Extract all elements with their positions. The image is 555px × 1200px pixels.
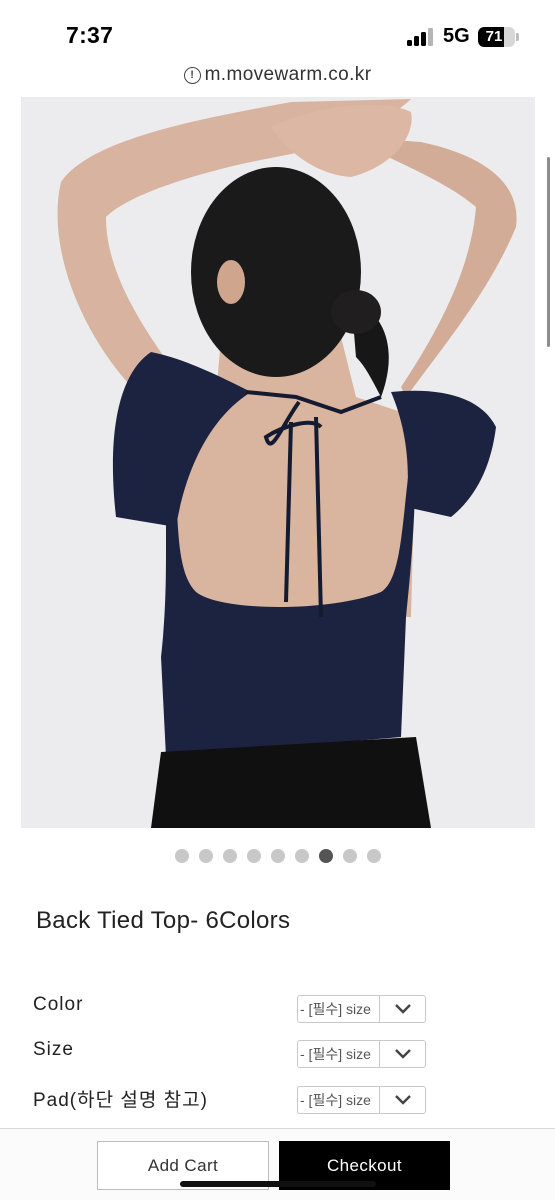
color-select[interactable]: - [필수] size	[297, 995, 426, 1023]
bottom-action-bar: Add Cart Checkout	[0, 1128, 555, 1200]
pagination-dot[interactable]	[247, 849, 261, 863]
pagination-dot[interactable]	[223, 849, 237, 863]
pagination-dot[interactable]	[271, 849, 285, 863]
pagination-dot[interactable]	[343, 849, 357, 863]
pagination-dot[interactable]	[175, 849, 189, 863]
home-indicator[interactable]	[180, 1181, 376, 1187]
chevron-down-icon[interactable]	[379, 1041, 425, 1067]
pagination-dot[interactable]	[199, 849, 213, 863]
color-select-value: - [필수] size	[300, 1001, 371, 1017]
url-text[interactable]: m.movewarm.co.kr	[205, 64, 372, 86]
info-circle-icon[interactable]: !	[183, 66, 201, 84]
signal-bars-icon	[407, 28, 434, 46]
page-scrollbar[interactable]	[547, 157, 550, 347]
status-time: 7:37	[66, 22, 114, 48]
chevron-down-icon[interactable]	[379, 1087, 425, 1113]
url-bar[interactable]: ! m.movewarm.co.kr	[0, 62, 555, 96]
chevron-down-icon[interactable]	[379, 996, 425, 1022]
pagination-dot-active[interactable]	[319, 849, 333, 863]
size-select-value: - [필수] size	[300, 1046, 371, 1062]
battery-icon: 71	[478, 27, 515, 47]
status-bar: 7:37 5G 71	[0, 0, 555, 62]
option-label-pad: Pad(하단 설명 참고)	[33, 1090, 208, 1111]
option-label-size: Size	[33, 1039, 74, 1060]
pad-select[interactable]: - [필수] size	[297, 1086, 426, 1114]
pad-select-value: - [필수] size	[300, 1092, 371, 1108]
size-select[interactable]: - [필수] size	[297, 1040, 426, 1068]
product-photo-illustration	[21, 97, 535, 828]
product-image[interactable]	[21, 97, 535, 828]
battery-percent: 71	[485, 28, 503, 45]
network-type: 5G	[443, 25, 470, 47]
pagination-dot[interactable]	[295, 849, 309, 863]
product-title: Back Tied Top- 6Colors	[36, 907, 291, 934]
battery-cap	[516, 33, 519, 41]
option-label-color: Color	[33, 994, 84, 1015]
pagination-dot[interactable]	[367, 849, 381, 863]
image-pagination-dots[interactable]	[0, 849, 555, 863]
